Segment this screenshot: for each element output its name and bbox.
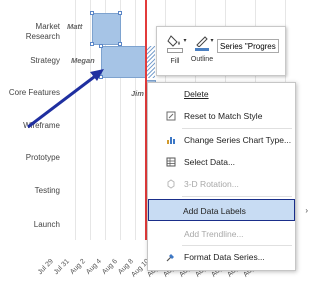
outline-label: Outline (190, 56, 214, 63)
menu-separator (182, 196, 292, 197)
paint-bucket-icon (167, 35, 180, 47)
menu-item-label: Delete (184, 89, 209, 99)
menu-item-3d-rotation: 3-D Rotation... (148, 173, 295, 195)
outline-dropdown-chevron-icon[interactable]: ▾ (209, 37, 215, 44)
menu-item-format-data-series[interactable]: Format Data Series... (148, 246, 295, 268)
menu-item-select-data[interactable]: Select Data... (148, 151, 295, 173)
menu-item-delete[interactable]: Delete (148, 83, 295, 105)
context-menu: Delete Reset to Match Style Change Serie… (147, 82, 308, 271)
menu-item-label: Format Data Series... (184, 252, 265, 262)
menu-item-change-series-chart-type[interactable]: Change Series Chart Type... (148, 129, 295, 151)
menu-item-add-data-labels[interactable]: Add Data Labels › (148, 199, 308, 221)
submenu-arrow-icon: › (305, 206, 308, 215)
mini-toolbar: Fill ▾ Outline ▾ Series "Progres (156, 26, 286, 76)
reset-style-icon (166, 111, 176, 121)
chart-elements-dropdown-value: Series "Progres (220, 42, 276, 51)
chart-elements-dropdown[interactable]: Series "Progres (217, 39, 279, 53)
fill-label: Fill (170, 58, 180, 65)
menu-item-reset-to-match-style[interactable]: Reset to Match Style (148, 105, 295, 127)
pencil-icon (196, 36, 208, 47)
menu-item-label: Reset to Match Style (184, 111, 263, 121)
menu-item-add-trendline: Add Trendline... (148, 223, 295, 245)
fill-color-swatch (167, 48, 183, 53)
menu-item-label: Add Trendline... (184, 229, 244, 239)
menu-item-label: 3-D Rotation... (184, 179, 239, 189)
select-data-icon (166, 157, 176, 167)
menu-item-label: Change Series Chart Type... (184, 135, 292, 145)
outline-color-swatch (195, 48, 209, 51)
menu-item-label: Select Data... (184, 157, 236, 167)
chart-type-icon (167, 137, 175, 144)
format-series-icon (166, 254, 174, 262)
fill-dropdown-chevron-icon[interactable]: ▾ (182, 37, 188, 44)
rotation-icon (167, 179, 175, 189)
menu-item-label: Add Data Labels (183, 206, 246, 216)
